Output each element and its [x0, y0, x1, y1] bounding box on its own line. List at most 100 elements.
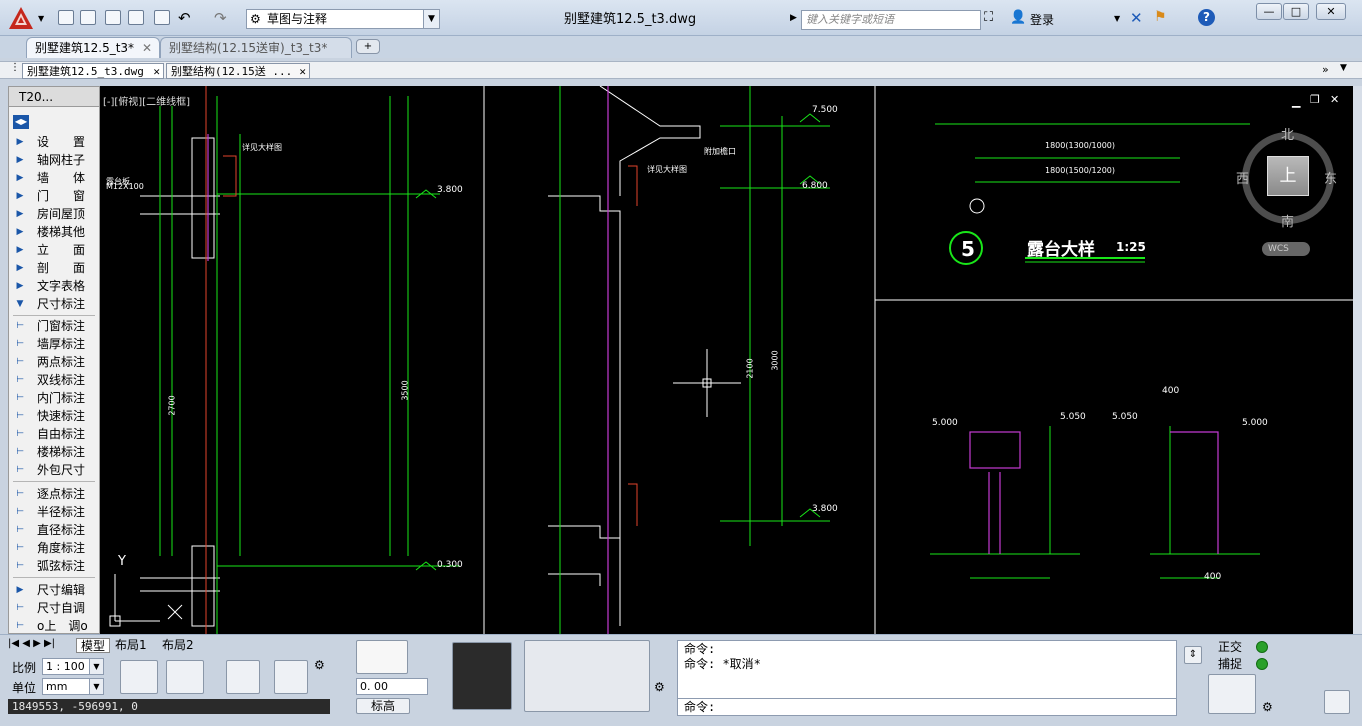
- ortho-toggle[interactable]: 正交: [1208, 639, 1272, 655]
- compass-east[interactable]: 东: [1324, 168, 1337, 187]
- tab-list-icon[interactable]: ⋮: [10, 62, 20, 73]
- globe-tool-icon[interactable]: [120, 660, 158, 694]
- palette-item-2[interactable]: ▶ 墙 体: [9, 169, 99, 187]
- palette-item-13[interactable]: ⊢ 双线标注: [9, 371, 99, 389]
- palette-item-17[interactable]: ⊢ 楼梯标注: [9, 443, 99, 461]
- wcs-menu[interactable]: WCS: [1262, 242, 1310, 256]
- unit-select[interactable]: mm ▼: [42, 678, 104, 695]
- drawing-canvas[interactable]: [-][俯视][二维线框] Y 5 露台大样 1:25 7.500 6.800 …: [100, 86, 1353, 634]
- viewport-restore-icon[interactable]: ❐: [1310, 93, 1320, 106]
- viewport-minimize-icon[interactable]: ▁: [1292, 95, 1300, 108]
- undo-icon[interactable]: ↶: [178, 9, 191, 27]
- doc-tab-1[interactable]: 别墅建筑12.5_t3* ✕: [26, 37, 160, 58]
- search-input[interactable]: 键入关键字或短语: [801, 10, 981, 30]
- osnap-tools-grid[interactable]: [1208, 674, 1256, 714]
- app-menu-dropdown-icon[interactable]: ▼: [38, 14, 44, 23]
- palette-separator: [13, 577, 95, 578]
- scale-select[interactable]: 1 : 100 ▼: [42, 658, 104, 675]
- palette-item-0[interactable]: ▶ 设 置: [9, 133, 99, 151]
- compass-west[interactable]: 西: [1236, 168, 1249, 187]
- palette-item-7[interactable]: ▶ 剖 面: [9, 259, 99, 277]
- command-expand-icon[interactable]: ⇕: [1184, 646, 1202, 664]
- palette-item-20[interactable]: ⊢ 半径标注: [9, 503, 99, 521]
- view-tool-panel[interactable]: [452, 642, 512, 710]
- palette-separator: [13, 315, 95, 316]
- save-icon[interactable]: [105, 10, 121, 25]
- settings-gear-icon[interactable]: ⚙: [314, 658, 325, 672]
- file-tabs: ⋮ 别墅建筑12.5_t3.dwg ✕ 别墅结构(12.15送 ... ✕ » …: [0, 61, 1362, 79]
- dimension-tools-grid[interactable]: [524, 640, 650, 712]
- palette-item-18[interactable]: ⊢ 外包尺寸: [9, 461, 99, 479]
- palette-item-23[interactable]: ⊢ 弧弦标注: [9, 557, 99, 575]
- connect-icon[interactable]: ⚑: [1154, 9, 1167, 25]
- triangle-right-icon: ▶: [16, 173, 24, 183]
- palette-item-19[interactable]: ⊢ 逐点标注: [9, 485, 99, 503]
- detail-title: 露台大样: [1027, 240, 1095, 260]
- exchange-icon[interactable]: ✕: [1130, 9, 1143, 27]
- file-tab-1[interactable]: 别墅建筑12.5_t3.dwg ✕: [22, 63, 164, 79]
- status-gear-icon[interactable]: ⚙: [1262, 700, 1273, 714]
- login-button[interactable]: 登录: [1030, 11, 1054, 28]
- new-tab-button[interactable]: +: [356, 39, 380, 54]
- print-icon[interactable]: [154, 10, 170, 25]
- layout-tab-1[interactable]: 布局1: [115, 638, 147, 653]
- palette-item-12[interactable]: ⊢ 两点标注: [9, 353, 99, 371]
- snap-toggle[interactable]: 捕捉: [1208, 656, 1272, 672]
- palette-item-6[interactable]: ▶ 立 面: [9, 241, 99, 259]
- close-button[interactable]: ✕: [1316, 3, 1346, 20]
- xy-coord-icon[interactable]: [226, 660, 260, 694]
- new-file-icon[interactable]: [58, 10, 74, 25]
- maximize-button[interactable]: □: [1283, 3, 1309, 20]
- autocad-logo-icon[interactable]: [8, 6, 34, 30]
- viewport-close-icon[interactable]: ✕: [1330, 93, 1339, 106]
- login-dropdown-icon[interactable]: ▼: [1114, 14, 1120, 23]
- tools-gear-icon[interactable]: ⚙: [654, 680, 665, 694]
- close-file-tab-icon[interactable]: ✕: [299, 64, 306, 79]
- palette-item-22[interactable]: ⊢ 角度标注: [9, 539, 99, 557]
- annotation-scale-icon[interactable]: [274, 660, 308, 694]
- collapse-toggle-icon[interactable]: ◀▶: [13, 115, 29, 129]
- palette-item-10[interactable]: ⊢ 门窗标注: [9, 317, 99, 335]
- tab-dropdown-icon[interactable]: ▼: [1340, 63, 1347, 73]
- palette-item-15[interactable]: ⊢ 快速标注: [9, 407, 99, 425]
- clean-screen-icon[interactable]: [1324, 690, 1350, 714]
- elevation-button[interactable]: 标高: [356, 698, 410, 714]
- search-expand-icon[interactable]: ▶: [790, 13, 797, 23]
- close-tab-icon[interactable]: ✕: [142, 38, 152, 58]
- file-tab-2[interactable]: 别墅结构(12.15送 ... ✕: [166, 63, 310, 79]
- workspace-select[interactable]: ⚙ 草图与注释 ▼: [246, 9, 440, 29]
- layout-tab-model[interactable]: 模型: [76, 638, 111, 653]
- compass-south[interactable]: 南: [1281, 211, 1294, 230]
- display-tool-icon[interactable]: [166, 660, 204, 694]
- palette-item-9[interactable]: ▼ 尺寸标注: [9, 295, 99, 313]
- doc-tab-2[interactable]: 别墅结构(12.15送审)_t3_t3*: [160, 37, 352, 58]
- vertical-scrollbar[interactable]: [1353, 86, 1362, 634]
- elevation-input[interactable]: 0. 00: [356, 678, 428, 695]
- palette-item-25[interactable]: ⊢ 尺寸自调: [9, 599, 99, 617]
- palette-item-4[interactable]: ▶ 房间屋顶: [9, 205, 99, 223]
- compass-north[interactable]: 北: [1281, 124, 1294, 143]
- palette-item-26[interactable]: ⊢ o上 调o: [9, 617, 99, 635]
- binoculars-icon[interactable]: ⛶: [984, 10, 993, 25]
- palette-item-11[interactable]: ⊢ 墙厚标注: [9, 335, 99, 353]
- palette-item-1[interactable]: ▶ 轴网柱子: [9, 151, 99, 169]
- palette-item-24[interactable]: ▶ 尺寸编辑: [9, 581, 99, 599]
- close-file-tab-icon[interactable]: ✕: [153, 64, 160, 79]
- palette-item-14[interactable]: ⊢ 内门标注: [9, 389, 99, 407]
- open-file-icon[interactable]: [80, 10, 96, 25]
- palette-item-5[interactable]: ▶ 楼梯其他: [9, 223, 99, 241]
- layout-tab-2[interactable]: 布局2: [162, 638, 194, 653]
- viewcube-top-face[interactable]: 上: [1267, 156, 1309, 196]
- redo-icon[interactable]: ↷: [214, 9, 227, 27]
- palette-item-3[interactable]: ▶ 门 窗: [9, 187, 99, 205]
- palette-item-21[interactable]: ⊢ 直径标注: [9, 521, 99, 539]
- palette-item-16[interactable]: ⊢ 自由标注: [9, 425, 99, 443]
- door-tool-icon[interactable]: [356, 640, 408, 674]
- save-as-icon[interactable]: [128, 10, 144, 25]
- layout-nav-icons[interactable]: |◀ ◀ ▶ ▶|: [8, 638, 55, 649]
- tab-overflow-icon[interactable]: »: [1322, 63, 1329, 76]
- minimize-button[interactable]: —: [1256, 3, 1282, 20]
- palette-item-8[interactable]: ▶ 文字表格: [9, 277, 99, 295]
- help-icon[interactable]: ?: [1198, 9, 1215, 26]
- command-input[interactable]: 命令:: [677, 698, 1177, 716]
